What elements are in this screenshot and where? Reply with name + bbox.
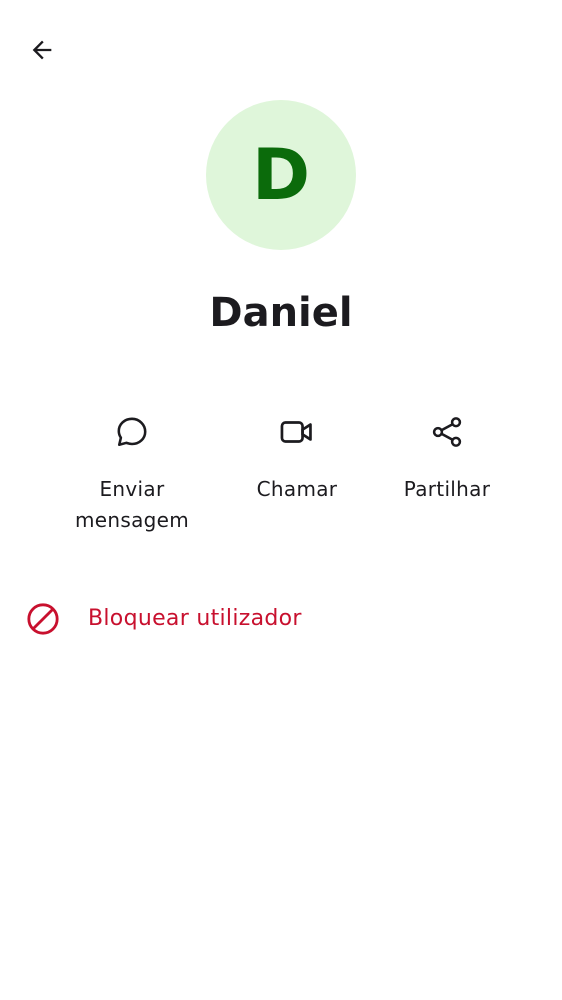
block-user-button[interactable]: Bloquear utilizador — [0, 594, 562, 644]
share-icon — [432, 417, 462, 447]
avatar: D — [206, 100, 356, 250]
contact-name: Daniel — [209, 290, 353, 336]
send-message-button[interactable]: Enviar mensagem — [57, 410, 207, 536]
send-message-label: Enviar mensagem — [74, 477, 190, 532]
call-button[interactable]: Chamar — [222, 410, 372, 505]
video-camera-icon — [280, 421, 312, 443]
call-label: Chamar — [256, 477, 338, 501]
share-button[interactable]: Partilhar — [372, 410, 522, 505]
arrow-left-icon — [32, 40, 52, 60]
back-button[interactable] — [20, 28, 64, 72]
avatar-initial: D — [251, 134, 311, 216]
block-icon — [27, 603, 59, 635]
chat-bubble-icon — [117, 417, 147, 447]
share-label: Partilhar — [403, 477, 491, 501]
block-user-label: Bloquear utilizador — [88, 606, 302, 631]
